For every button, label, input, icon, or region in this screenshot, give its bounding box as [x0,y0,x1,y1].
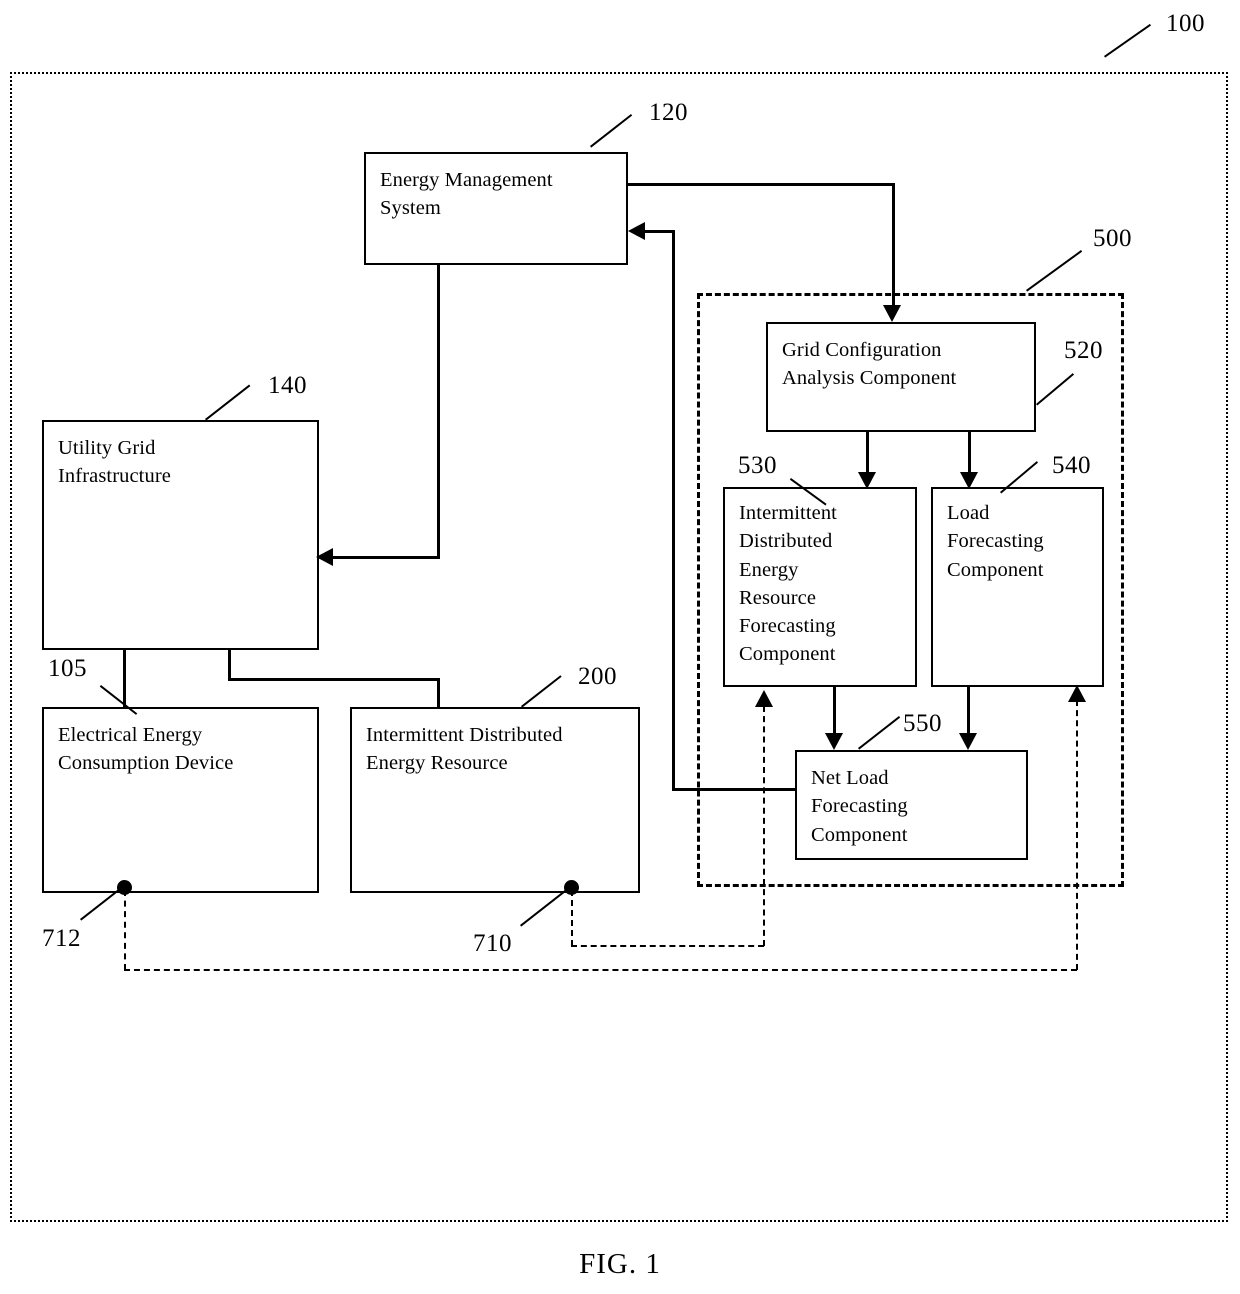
ref-label-520: 520 [1064,337,1103,364]
leader-line-100 [1104,23,1152,58]
block-utility-grid-infrastructure[interactable]: Utility Grid Infrastructure [42,420,319,650]
block-label-intermittent-distributed-energy-resource: Intermittent Distributed Energy Resource [366,724,563,775]
connector-netload-to-ems-horizontal-bottom [672,788,797,791]
sensor-link-712-horizontal [124,969,1077,971]
block-grid-configuration-analysis-component[interactable]: Grid Configuration Analysis Component [766,322,1036,432]
block-label-electrical-energy-consumption-device: Electrical Energy Consumption Device [58,724,234,775]
connector-utilitygrid-to-eecd [123,648,126,709]
block-load-forecasting-component[interactable]: Load Forecasting Component [931,487,1104,687]
arrowhead-sensor-710-to-iderf [755,690,773,707]
connector-gcac-to-iderf-vertical [866,430,869,475]
ref-label-712: 712 [42,925,81,952]
arrowhead-iderf-to-netloadf [825,733,843,750]
block-label-load-forecasting-component: Load Forecasting Component [947,502,1044,581]
connector-iderf-to-netloadf-vertical [833,687,836,735]
connector-utilitygrid-to-ider-vertical-1 [228,648,231,680]
ref-label-120: 120 [649,99,688,126]
ref-label-105: 105 [48,655,87,682]
block-label-ider-forecasting-component: Intermittent Distributed Energy Resource… [739,502,837,666]
arrowhead-ems-to-gcac [883,305,901,322]
figure-page: 100 500 Energy Management System 120 Uti… [0,0,1240,1294]
ref-label-710: 710 [473,930,512,957]
block-label-energy-management-system: Energy Management System [380,169,553,220]
ref-label-550: 550 [903,710,942,737]
ref-label-500: 500 [1093,225,1132,252]
arrowhead-netload-to-ems [628,222,645,240]
connector-netload-to-ems-vertical [672,230,675,790]
block-net-load-forecasting-component[interactable]: Net Load Forecasting Component [795,750,1028,860]
connector-ems-to-utilitygrid-horizontal [333,556,439,559]
ref-label-540: 540 [1052,452,1091,479]
arrowhead-sensor-712-to-loadf [1068,685,1086,702]
sensor-link-710-vertical-up [763,706,765,946]
block-energy-management-system[interactable]: Energy Management System [364,152,628,265]
sensor-link-712-vertical-down [124,890,126,970]
connector-utilitygrid-to-ider-horizontal [228,678,440,681]
arrowhead-loadf-to-netloadf [959,733,977,750]
block-ider-forecasting-component[interactable]: Intermittent Distributed Energy Resource… [723,487,917,687]
connector-ems-to-gcac-vertical [892,183,895,308]
block-label-net-load-forecasting-component: Net Load Forecasting Component [811,767,908,846]
arrowhead-ems-to-utilitygrid [316,548,333,566]
ref-label-530: 530 [738,452,777,479]
block-electrical-energy-consumption-device[interactable]: Electrical Energy Consumption Device [42,707,319,893]
arrowhead-gcac-to-loadf [960,472,978,489]
connector-loadf-to-netloadf-vertical [967,687,970,735]
ref-label-200: 200 [578,663,617,690]
ref-label-140: 140 [268,372,307,399]
arrowhead-gcac-to-iderf [858,472,876,489]
connector-gcac-to-loadf-vertical [968,430,971,475]
connector-netload-to-ems-horizontal-top [645,230,675,233]
figure-caption: FIG. 1 [579,1248,661,1280]
connector-utilitygrid-to-ider-vertical-2 [437,678,440,709]
block-intermittent-distributed-energy-resource[interactable]: Intermittent Distributed Energy Resource [350,707,640,893]
sensor-link-710-horizontal [571,945,764,947]
connector-ems-to-gcac-horizontal [626,183,894,186]
connector-ems-to-utilitygrid-vertical [437,263,440,559]
sensor-link-712-vertical-up [1076,700,1078,970]
ref-label-100: 100 [1166,10,1205,37]
sensor-link-710-vertical-down [571,890,573,946]
block-label-grid-configuration-analysis-component: Grid Configuration Analysis Component [782,339,957,390]
block-label-utility-grid-infrastructure: Utility Grid Infrastructure [58,437,171,488]
